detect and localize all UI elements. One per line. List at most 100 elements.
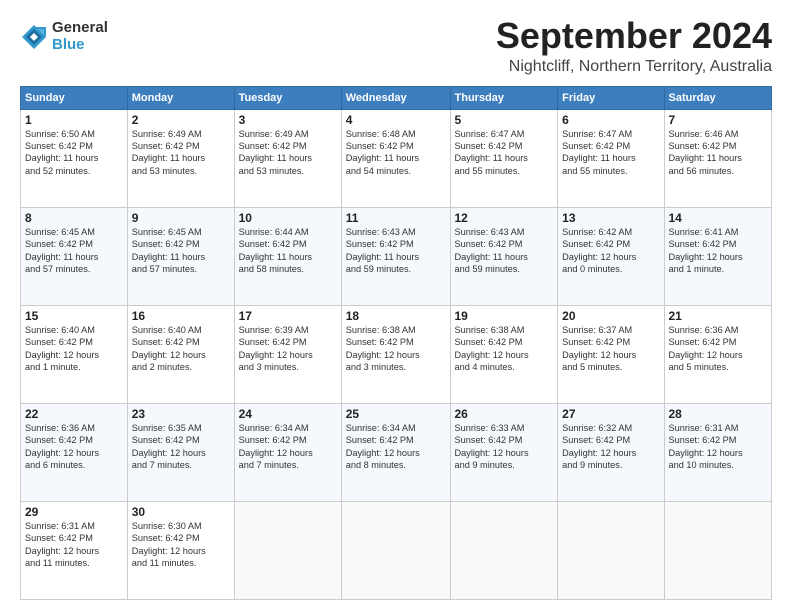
calendar-cell xyxy=(450,501,558,599)
day-number: 20 xyxy=(562,309,659,323)
calendar-cell: 14Sunrise: 6:41 AMSunset: 6:42 PMDayligh… xyxy=(664,207,772,305)
day-info: Sunrise: 6:31 AMSunset: 6:42 PMDaylight:… xyxy=(25,520,123,570)
day-number: 18 xyxy=(346,309,446,323)
day-number: 15 xyxy=(25,309,123,323)
day-number: 8 xyxy=(25,211,123,225)
day-info: Sunrise: 6:33 AMSunset: 6:42 PMDaylight:… xyxy=(455,422,554,472)
calendar-cell xyxy=(234,501,341,599)
logo-text: General Blue xyxy=(52,20,108,53)
day-number: 5 xyxy=(455,113,554,127)
day-number: 23 xyxy=(132,407,230,421)
calendar-cell: 4Sunrise: 6:48 AMSunset: 6:42 PMDaylight… xyxy=(341,109,450,207)
day-number: 22 xyxy=(25,407,123,421)
calendar-week-3: 15Sunrise: 6:40 AMSunset: 6:42 PMDayligh… xyxy=(21,305,772,403)
day-number: 21 xyxy=(669,309,768,323)
day-number: 13 xyxy=(562,211,659,225)
day-info: Sunrise: 6:34 AMSunset: 6:42 PMDaylight:… xyxy=(239,422,337,472)
calendar-cell xyxy=(558,501,664,599)
day-info: Sunrise: 6:40 AMSunset: 6:42 PMDaylight:… xyxy=(132,324,230,374)
calendar-cell: 26Sunrise: 6:33 AMSunset: 6:42 PMDayligh… xyxy=(450,403,558,501)
calendar-cell: 15Sunrise: 6:40 AMSunset: 6:42 PMDayligh… xyxy=(21,305,128,403)
day-number: 2 xyxy=(132,113,230,127)
day-info: Sunrise: 6:32 AMSunset: 6:42 PMDaylight:… xyxy=(562,422,659,472)
calendar-cell: 8Sunrise: 6:45 AMSunset: 6:42 PMDaylight… xyxy=(21,207,128,305)
day-number: 17 xyxy=(239,309,337,323)
day-info: Sunrise: 6:49 AMSunset: 6:42 PMDaylight:… xyxy=(132,128,230,178)
day-number: 29 xyxy=(25,505,123,519)
calendar-header-monday: Monday xyxy=(127,86,234,109)
day-info: Sunrise: 6:44 AMSunset: 6:42 PMDaylight:… xyxy=(239,226,337,276)
day-number: 4 xyxy=(346,113,446,127)
day-info: Sunrise: 6:47 AMSunset: 6:42 PMDaylight:… xyxy=(455,128,554,178)
day-info: Sunrise: 6:45 AMSunset: 6:42 PMDaylight:… xyxy=(132,226,230,276)
calendar-cell: 3Sunrise: 6:49 AMSunset: 6:42 PMDaylight… xyxy=(234,109,341,207)
day-info: Sunrise: 6:34 AMSunset: 6:42 PMDaylight:… xyxy=(346,422,446,472)
day-number: 25 xyxy=(346,407,446,421)
day-info: Sunrise: 6:30 AMSunset: 6:42 PMDaylight:… xyxy=(132,520,230,570)
calendar-week-4: 22Sunrise: 6:36 AMSunset: 6:42 PMDayligh… xyxy=(21,403,772,501)
day-info: Sunrise: 6:41 AMSunset: 6:42 PMDaylight:… xyxy=(669,226,768,276)
day-info: Sunrise: 6:36 AMSunset: 6:42 PMDaylight:… xyxy=(25,422,123,472)
logo: General Blue xyxy=(20,20,108,53)
calendar-cell: 9Sunrise: 6:45 AMSunset: 6:42 PMDaylight… xyxy=(127,207,234,305)
calendar-cell: 24Sunrise: 6:34 AMSunset: 6:42 PMDayligh… xyxy=(234,403,341,501)
calendar-week-5: 29Sunrise: 6:31 AMSunset: 6:42 PMDayligh… xyxy=(21,501,772,599)
calendar-cell: 22Sunrise: 6:36 AMSunset: 6:42 PMDayligh… xyxy=(21,403,128,501)
title-block: September 2024 Nightcliff, Northern Terr… xyxy=(496,16,772,76)
calendar-cell: 17Sunrise: 6:39 AMSunset: 6:42 PMDayligh… xyxy=(234,305,341,403)
day-number: 14 xyxy=(669,211,768,225)
day-info: Sunrise: 6:43 AMSunset: 6:42 PMDaylight:… xyxy=(346,226,446,276)
logo-blue-text: Blue xyxy=(52,37,108,54)
calendar-cell: 29Sunrise: 6:31 AMSunset: 6:42 PMDayligh… xyxy=(21,501,128,599)
day-info: Sunrise: 6:31 AMSunset: 6:42 PMDaylight:… xyxy=(669,422,768,472)
day-info: Sunrise: 6:38 AMSunset: 6:42 PMDaylight:… xyxy=(455,324,554,374)
page: General Blue September 2024 Nightcliff, … xyxy=(0,0,792,612)
calendar-header-tuesday: Tuesday xyxy=(234,86,341,109)
calendar-cell: 19Sunrise: 6:38 AMSunset: 6:42 PMDayligh… xyxy=(450,305,558,403)
day-info: Sunrise: 6:37 AMSunset: 6:42 PMDaylight:… xyxy=(562,324,659,374)
calendar-cell: 18Sunrise: 6:38 AMSunset: 6:42 PMDayligh… xyxy=(341,305,450,403)
day-info: Sunrise: 6:46 AMSunset: 6:42 PMDaylight:… xyxy=(669,128,768,178)
day-number: 3 xyxy=(239,113,337,127)
day-info: Sunrise: 6:42 AMSunset: 6:42 PMDaylight:… xyxy=(562,226,659,276)
day-number: 28 xyxy=(669,407,768,421)
calendar-cell: 25Sunrise: 6:34 AMSunset: 6:42 PMDayligh… xyxy=(341,403,450,501)
calendar-cell: 2Sunrise: 6:49 AMSunset: 6:42 PMDaylight… xyxy=(127,109,234,207)
day-number: 16 xyxy=(132,309,230,323)
calendar-table: SundayMondayTuesdayWednesdayThursdayFrid… xyxy=(20,86,772,600)
calendar-header-thursday: Thursday xyxy=(450,86,558,109)
day-number: 11 xyxy=(346,211,446,225)
day-info: Sunrise: 6:40 AMSunset: 6:42 PMDaylight:… xyxy=(25,324,123,374)
header: General Blue September 2024 Nightcliff, … xyxy=(20,16,772,76)
day-info: Sunrise: 6:50 AMSunset: 6:42 PMDaylight:… xyxy=(25,128,123,178)
day-number: 9 xyxy=(132,211,230,225)
day-info: Sunrise: 6:36 AMSunset: 6:42 PMDaylight:… xyxy=(669,324,768,374)
day-info: Sunrise: 6:39 AMSunset: 6:42 PMDaylight:… xyxy=(239,324,337,374)
calendar-header-friday: Friday xyxy=(558,86,664,109)
calendar-cell: 5Sunrise: 6:47 AMSunset: 6:42 PMDaylight… xyxy=(450,109,558,207)
calendar-cell: 10Sunrise: 6:44 AMSunset: 6:42 PMDayligh… xyxy=(234,207,341,305)
day-info: Sunrise: 6:49 AMSunset: 6:42 PMDaylight:… xyxy=(239,128,337,178)
calendar-week-1: 1Sunrise: 6:50 AMSunset: 6:42 PMDaylight… xyxy=(21,109,772,207)
day-number: 6 xyxy=(562,113,659,127)
calendar-cell: 7Sunrise: 6:46 AMSunset: 6:42 PMDaylight… xyxy=(664,109,772,207)
day-number: 1 xyxy=(25,113,123,127)
calendar-week-2: 8Sunrise: 6:45 AMSunset: 6:42 PMDaylight… xyxy=(21,207,772,305)
logo-icon xyxy=(20,23,48,51)
calendar-header-sunday: Sunday xyxy=(21,86,128,109)
calendar-cell: 11Sunrise: 6:43 AMSunset: 6:42 PMDayligh… xyxy=(341,207,450,305)
calendar-cell xyxy=(664,501,772,599)
day-info: Sunrise: 6:43 AMSunset: 6:42 PMDaylight:… xyxy=(455,226,554,276)
day-info: Sunrise: 6:45 AMSunset: 6:42 PMDaylight:… xyxy=(25,226,123,276)
logo-general-text: General xyxy=(52,20,108,37)
calendar-cell: 23Sunrise: 6:35 AMSunset: 6:42 PMDayligh… xyxy=(127,403,234,501)
day-number: 10 xyxy=(239,211,337,225)
day-number: 24 xyxy=(239,407,337,421)
day-number: 19 xyxy=(455,309,554,323)
day-info: Sunrise: 6:38 AMSunset: 6:42 PMDaylight:… xyxy=(346,324,446,374)
day-number: 7 xyxy=(669,113,768,127)
calendar-cell: 30Sunrise: 6:30 AMSunset: 6:42 PMDayligh… xyxy=(127,501,234,599)
calendar-cell: 16Sunrise: 6:40 AMSunset: 6:42 PMDayligh… xyxy=(127,305,234,403)
day-number: 26 xyxy=(455,407,554,421)
calendar-cell: 1Sunrise: 6:50 AMSunset: 6:42 PMDaylight… xyxy=(21,109,128,207)
